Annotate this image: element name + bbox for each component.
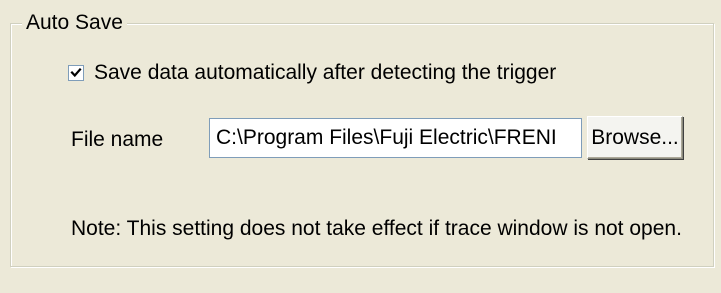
file-name-field[interactable]: C:\Program Files\Fuji Electric\FRENI (209, 118, 582, 158)
note-text: Note: This setting does not take effect … (71, 217, 682, 240)
checkmark-icon (70, 67, 82, 78)
auto-save-group-title: Auto Save (22, 10, 127, 36)
browse-button[interactable]: Browse... (587, 116, 683, 159)
auto-save-checkbox[interactable] (68, 65, 84, 81)
file-name-label: File name (71, 128, 164, 151)
auto-save-checkbox-label[interactable]: Save data automatically after detecting … (94, 60, 556, 86)
